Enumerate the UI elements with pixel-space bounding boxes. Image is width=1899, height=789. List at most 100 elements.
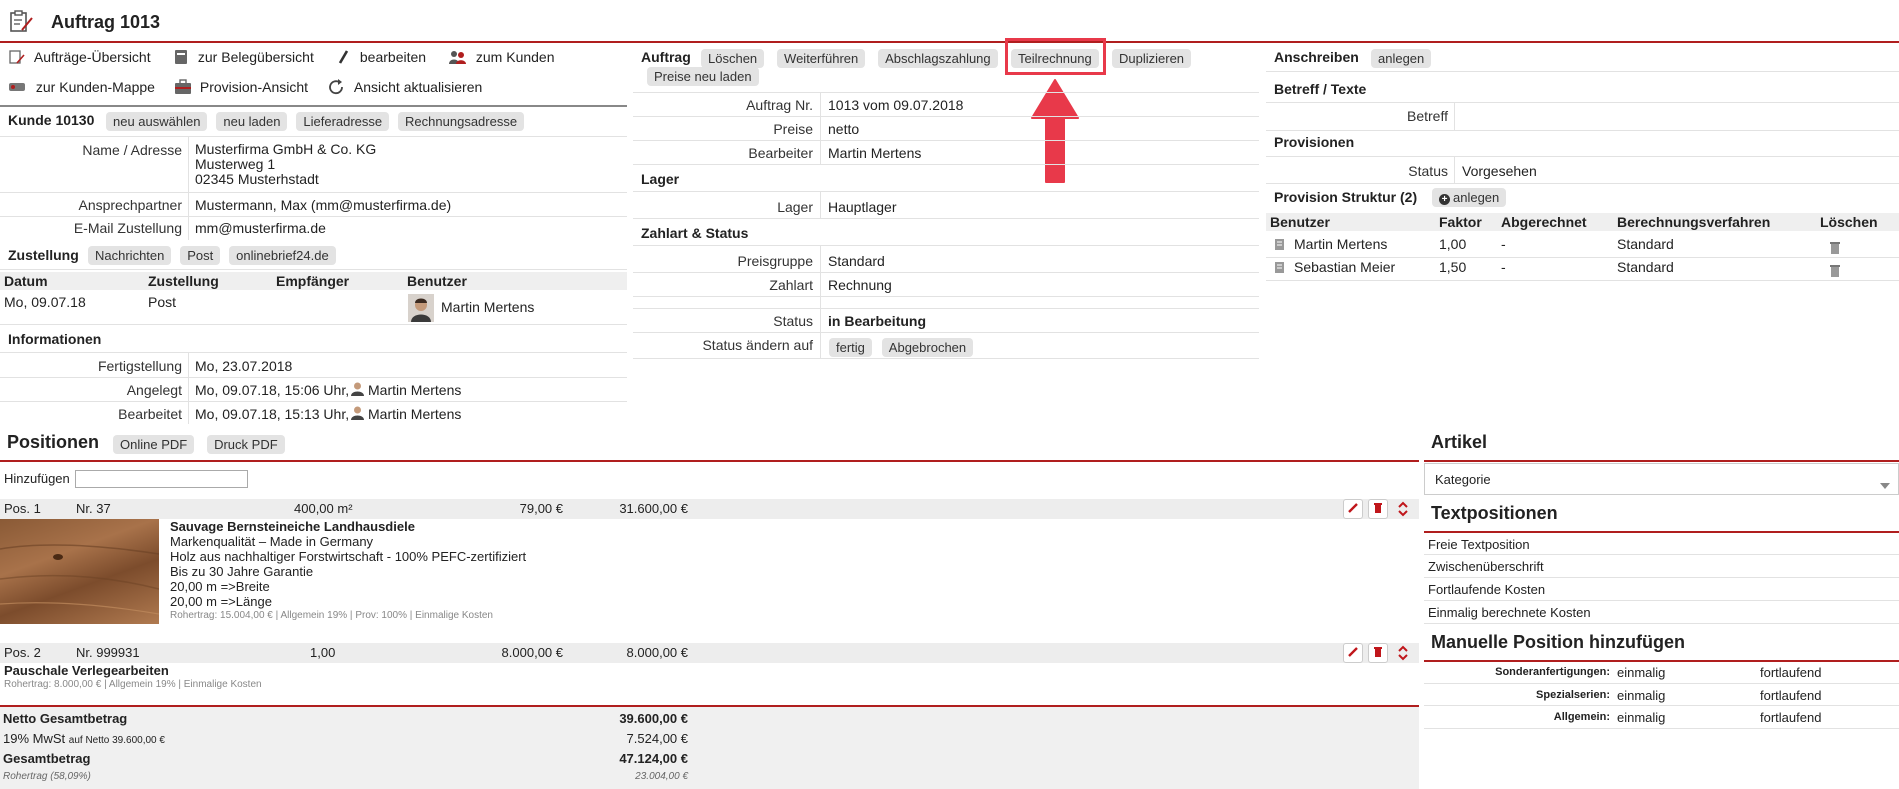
- preise-neu-laden-button[interactable]: Preise neu laden: [647, 67, 759, 86]
- kunde-email-label: E-Mail Zustellung: [73, 220, 182, 236]
- divider: [0, 192, 627, 193]
- pencil-icon: [336, 49, 352, 68]
- informationen-title: Informationen: [8, 331, 102, 347]
- textposition-zwischen[interactable]: Zwischenüberschrift: [1428, 559, 1544, 574]
- sort-icon[interactable]: [1397, 645, 1409, 664]
- status-abgebrochen-button[interactable]: Abgebrochen: [881, 338, 974, 357]
- manuelle-fortlaufend[interactable]: fortlaufend: [1760, 688, 1821, 703]
- avatar: [351, 381, 364, 399]
- kunde-neu-auswaehlen-button[interactable]: neu auswählen: [106, 112, 208, 131]
- angelegt-value: Mo, 09.07.18, 15:06 Uhr,: [195, 382, 350, 398]
- toolbar-kunden-mappe-label: zur Kunden-Mappe: [35, 79, 155, 95]
- delete-button[interactable]: [1368, 499, 1388, 519]
- clipboard-icon: [8, 9, 34, 36]
- auftrag-title: Auftrag: [641, 49, 691, 65]
- toolbar-provision[interactable]: Provision-Ansicht: [174, 79, 308, 98]
- manuelle-fortlaufend[interactable]: fortlaufend: [1760, 710, 1821, 725]
- manuelle-einmalig[interactable]: einmalig: [1617, 665, 1665, 680]
- rohertrag-value: 23.004,00 €: [635, 771, 688, 782]
- col-faktor: Faktor: [1439, 214, 1482, 230]
- positionen-title: Positionen: [7, 432, 100, 452]
- lager-title: Lager: [641, 171, 680, 187]
- kunde-neu-laden-button[interactable]: neu laden: [216, 112, 288, 131]
- toolbar-bearbeiten[interactable]: bearbeiten: [336, 49, 426, 68]
- status-label: Status: [773, 313, 813, 329]
- divider: [1266, 156, 1899, 157]
- product-image: [0, 519, 160, 624]
- page-title: Auftrag 1013: [51, 12, 161, 32]
- toolbar-beleg[interactable]: zur Belegübersicht: [172, 49, 314, 68]
- zustellung-nachrichten-button[interactable]: Nachrichten: [88, 246, 172, 265]
- provision-row-verfahren: Standard: [1617, 259, 1674, 275]
- kunde-name-label: Name / Adresse: [82, 142, 182, 158]
- preise-label: Preise: [773, 121, 813, 137]
- clipboard-icon: [8, 49, 26, 68]
- druck-pdf-button[interactable]: Druck PDF: [207, 435, 285, 454]
- position-meta: Rohertrag: 15.004,00 € | Allgemein 19% |…: [170, 610, 493, 621]
- manuelle-einmalig[interactable]: einmalig: [1617, 710, 1665, 725]
- toolbar-provision-label: Provision-Ansicht: [199, 79, 309, 96]
- textposition-freie[interactable]: Freie Textposition: [1428, 537, 1530, 552]
- loeschen-button[interactable]: Löschen: [701, 49, 765, 68]
- hinzufuegen-input[interactable]: [75, 470, 248, 488]
- divider: [633, 245, 1259, 246]
- kunde-rechnungsadresse-button[interactable]: Rechnungsadresse: [398, 112, 525, 131]
- divider: [188, 136, 189, 240]
- plus-circle-icon: +: [1439, 194, 1450, 205]
- position-nr: Nr. 37: [76, 501, 111, 516]
- refresh-icon: [328, 79, 346, 98]
- bearbeitet-label: Bearbeitet: [118, 406, 182, 422]
- kategorie-select[interactable]: Kategorie: [1424, 463, 1899, 495]
- online-pdf-button[interactable]: Online PDF: [113, 435, 195, 454]
- toolbar-zum-kunden[interactable]: zum Kunden: [448, 49, 555, 68]
- abschlagszahlung-button[interactable]: Abschlagszahlung: [878, 49, 998, 68]
- divider: [633, 296, 1259, 297]
- edit-button[interactable]: [1343, 499, 1363, 519]
- provision-row-abgerechnet: -: [1501, 236, 1506, 252]
- kunde-lieferadresse-button[interactable]: Lieferadresse: [296, 112, 390, 131]
- bearbeiter-label: Bearbeiter: [748, 145, 813, 161]
- trash-icon: [1372, 501, 1384, 517]
- manuelle-fortlaufend[interactable]: fortlaufend: [1760, 665, 1821, 680]
- edit-button[interactable]: [1343, 643, 1363, 663]
- teilrechnung-button[interactable]: Teilrechnung: [1011, 49, 1099, 68]
- divider: [1266, 71, 1899, 72]
- toolbar-refresh-label: Ansicht aktualisieren: [353, 79, 483, 96]
- divider: [633, 164, 1259, 165]
- sort-icon[interactable]: [1397, 501, 1409, 520]
- delete-button[interactable]: [1368, 643, 1388, 663]
- status-fertig-button[interactable]: fertig: [829, 338, 872, 357]
- pencil-icon: [1347, 501, 1359, 517]
- zustellung-onlinebrief-button[interactable]: onlinebrief24.de: [229, 246, 336, 265]
- mwst-label-text: 19% MwSt: [3, 731, 66, 746]
- textpositionen-title: Textpositionen: [1431, 503, 1558, 523]
- col-empfaenger: Empfänger: [276, 273, 350, 289]
- status-value: in Bearbeitung: [828, 313, 927, 329]
- textposition-einmalig[interactable]: Einmalig berechnete Kosten: [1428, 605, 1591, 620]
- duplizieren-button[interactable]: Duplizieren: [1112, 49, 1192, 68]
- weiterfuehren-button[interactable]: Weiterführen: [777, 49, 866, 68]
- position-pos: Pos. 2: [4, 645, 41, 660]
- toolbar-auftraege[interactable]: Aufträge-Übersicht: [8, 49, 151, 68]
- summary-box: [0, 707, 1419, 789]
- trash-icon[interactable]: [1829, 240, 1841, 257]
- preise-value: netto: [828, 121, 860, 137]
- document-icon: [172, 49, 190, 68]
- trash-icon[interactable]: [1829, 263, 1841, 280]
- description-line: Holz aus nachhaltiger Forstwirtschaft - …: [170, 549, 527, 564]
- chevron-down-icon: [1880, 476, 1890, 492]
- col-loeschen: Löschen: [1820, 214, 1878, 230]
- divider: [633, 332, 1259, 333]
- textposition-fortlaufend[interactable]: Fortlaufende Kosten: [1428, 582, 1545, 597]
- toolbar-refresh[interactable]: Ansicht aktualisieren: [328, 79, 482, 98]
- toolbar-bearbeiten-label: bearbeiten: [359, 49, 427, 66]
- provision-anlegen-button[interactable]: + anlegen: [1432, 188, 1507, 207]
- manuelle-einmalig[interactable]: einmalig: [1617, 688, 1665, 703]
- position-description: Markenqualität – Made in Germany Holz au…: [170, 534, 526, 609]
- angelegt-label: Angelegt: [126, 382, 182, 398]
- anschreiben-anlegen-button[interactable]: anlegen: [1371, 49, 1432, 68]
- netto-label: Netto Gesamtbetrag: [3, 711, 128, 726]
- kategorie-select-value: Kategorie: [1435, 472, 1491, 487]
- toolbar-kunden-mappe[interactable]: zur Kunden-Mappe: [8, 79, 155, 97]
- zustellung-post-button[interactable]: Post: [180, 246, 221, 265]
